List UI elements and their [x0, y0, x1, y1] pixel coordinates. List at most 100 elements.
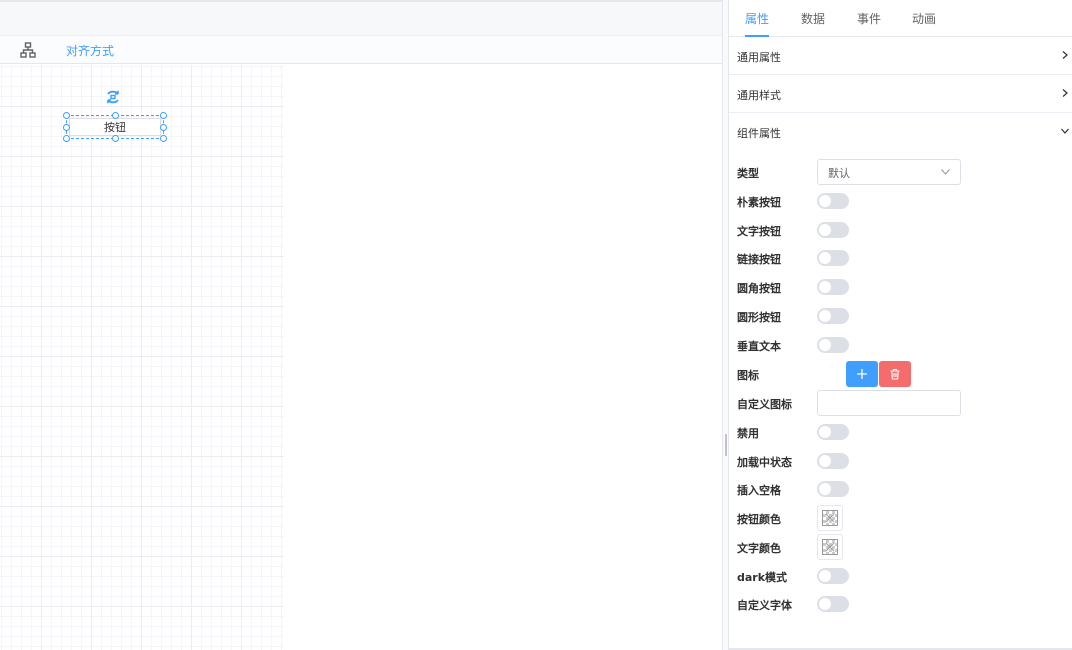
section-title: 通用属性	[737, 51, 781, 64]
field-loading: 加载中状态	[729, 449, 1072, 473]
custom-font-switch[interactable]	[817, 596, 849, 612]
design-canvas[interactable]	[0, 65, 284, 650]
disabled-switch[interactable]	[817, 424, 849, 440]
section-title: 组件属性	[737, 127, 781, 140]
field-label: 插入空格	[737, 484, 781, 497]
tab-events[interactable]: 事件	[857, 3, 881, 37]
switch-knob	[819, 224, 831, 236]
resize-handle-top[interactable]	[112, 112, 119, 119]
field-label: 文字按钮	[737, 225, 781, 238]
field-label: 加载中状态	[737, 456, 792, 469]
chevron-right-icon	[1062, 51, 1068, 59]
round-switch[interactable]	[817, 279, 849, 295]
editor-toolbar: 对齐方式	[0, 36, 722, 64]
tab-animation[interactable]: 动画	[912, 3, 936, 37]
add-icon-button[interactable]	[846, 361, 878, 387]
field-label: 禁用	[737, 427, 759, 440]
field-label: 类型	[737, 167, 759, 180]
plus-icon	[857, 369, 867, 379]
field-label: 自定义图标	[737, 398, 792, 411]
resize-handle-top-left[interactable]	[63, 112, 70, 119]
resize-handle-top-right[interactable]	[160, 112, 167, 119]
field-dark: dark模式	[729, 564, 1072, 588]
field-label: 按钮颜色	[737, 513, 781, 526]
plain-switch[interactable]	[817, 193, 849, 209]
color-swatch	[822, 510, 838, 526]
dark-switch[interactable]	[817, 568, 849, 584]
resize-handle-bottom-right[interactable]	[160, 135, 167, 142]
panel-splitter[interactable]	[722, 0, 729, 650]
trash-icon	[890, 368, 900, 380]
field-label: 圆角按钮	[737, 282, 781, 295]
panel-tabs: 属性 数据 事件 动画	[729, 3, 1072, 37]
tab-data[interactable]: 数据	[801, 3, 825, 37]
text-color-picker[interactable]	[817, 534, 843, 560]
canvas-button-component[interactable]: 按钮	[69, 118, 161, 136]
chevron-down-icon	[941, 169, 950, 175]
link-switch[interactable]	[817, 250, 849, 266]
field-label: 自定义字体	[737, 599, 792, 612]
field-text: 文字按钮	[729, 218, 1072, 242]
insert-space-switch[interactable]	[817, 481, 849, 497]
type-select[interactable]: 默认	[817, 159, 961, 185]
button-color-picker[interactable]	[817, 505, 843, 531]
chevron-down-icon	[1061, 128, 1069, 134]
field-plain: 朴素按钮	[729, 189, 1072, 213]
align-mode-link[interactable]: 对齐方式	[66, 42, 114, 59]
switch-knob	[819, 598, 831, 610]
field-custom-icon: 自定义图标	[729, 390, 1072, 416]
field-disabled: 禁用	[729, 420, 1072, 444]
field-label: 图标	[737, 369, 759, 382]
resize-handle-bottom-left[interactable]	[63, 135, 70, 142]
circle-switch[interactable]	[817, 308, 849, 324]
switch-knob	[819, 195, 831, 207]
tab-properties[interactable]: 属性	[745, 3, 770, 37]
custom-icon-input[interactable]	[817, 390, 961, 416]
field-insert-space: 插入空格	[729, 477, 1072, 501]
splitter-grip[interactable]	[725, 434, 727, 456]
close-icon	[825, 513, 835, 523]
resize-handle-left[interactable]	[63, 124, 70, 131]
field-custom-font: 自定义字体	[729, 592, 1072, 616]
delete-icon-button[interactable]	[879, 361, 911, 387]
field-label: dark模式	[737, 571, 788, 584]
loading-switch[interactable]	[817, 453, 849, 469]
field-button-color: 按钮颜色	[729, 505, 1072, 531]
designer-editor: 对齐方式 按钮	[0, 0, 722, 650]
color-swatch	[822, 539, 838, 555]
switch-knob	[819, 570, 831, 582]
selected-component[interactable]: 按钮	[63, 112, 167, 142]
section-title: 通用样式	[737, 89, 781, 102]
field-icon: 图标	[729, 361, 1072, 387]
component-tree-icon[interactable]	[19, 41, 37, 59]
field-label: 圆形按钮	[737, 311, 781, 324]
field-circle: 圆形按钮	[729, 304, 1072, 328]
section-component-props[interactable]: 组件属性	[729, 113, 1072, 151]
text-switch[interactable]	[817, 222, 849, 238]
select-value: 默认	[828, 167, 850, 180]
resize-handle-right[interactable]	[160, 124, 167, 131]
field-link: 链接按钮	[729, 246, 1072, 270]
close-icon	[825, 542, 835, 552]
rotate-icon[interactable]	[104, 88, 122, 106]
field-text-color: 文字颜色	[729, 534, 1072, 560]
field-label: 文字颜色	[737, 542, 781, 555]
field-round: 圆角按钮	[729, 275, 1072, 299]
switch-knob	[819, 252, 831, 264]
switch-knob	[819, 426, 831, 438]
section-common-props[interactable]: 通用属性	[729, 37, 1072, 75]
field-label: 垂直文本	[737, 340, 781, 353]
field-vertical: 垂直文本	[729, 333, 1072, 357]
section-common-style[interactable]: 通用样式	[729, 75, 1072, 113]
vertical-switch[interactable]	[817, 337, 849, 353]
switch-knob	[819, 483, 831, 495]
field-label: 链接按钮	[737, 253, 781, 266]
field-label: 朴素按钮	[737, 196, 781, 209]
editor-top-bar	[0, 0, 722, 36]
switch-knob	[819, 310, 831, 322]
field-type: 类型 默认	[729, 159, 1072, 185]
switch-knob	[819, 339, 831, 351]
resize-handle-bottom[interactable]	[112, 135, 119, 142]
switch-knob	[819, 455, 831, 467]
chevron-right-icon	[1062, 89, 1068, 97]
